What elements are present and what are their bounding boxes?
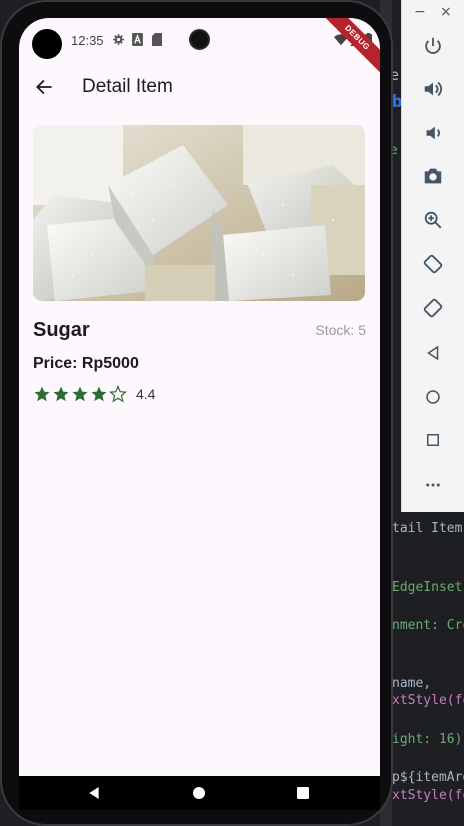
zoom-button[interactable] [418, 205, 448, 235]
volume-down-button[interactable] [418, 118, 448, 148]
star-filled-icon [72, 386, 88, 402]
product-image [33, 125, 365, 301]
ide-code-line: name, [392, 676, 432, 691]
ide-code-line: tail Item' [392, 521, 464, 536]
volume-up-icon [424, 81, 442, 97]
emulator-overview-button[interactable] [418, 425, 448, 455]
ide-code-line: EdgeInsets [392, 580, 464, 595]
rotate-left-button[interactable] [418, 249, 448, 279]
app-bar: Detail Item [19, 62, 380, 114]
ide-code-line: xtStyle(fo [392, 693, 464, 708]
back-triangle-icon[interactable] [86, 785, 102, 801]
home-circle-icon[interactable] [191, 785, 207, 801]
rotate-right-button[interactable] [418, 293, 448, 323]
sim-card-icon [152, 33, 162, 46]
rotate-right-icon [423, 298, 443, 318]
emulator-stage: er b e tail Item' EdgeInsets nment: Cro … [0, 0, 464, 826]
back-icon [427, 345, 439, 361]
ide-code-line: ight: 16), [392, 732, 464, 747]
star-outline-icon [109, 385, 127, 403]
arrow-back-icon [36, 79, 52, 95]
star-filled-icon [53, 386, 69, 402]
phone-screen: 12:35 DEBUG Detail Item Sugar Stock: 5 P… [19, 18, 380, 810]
window-controls: − × [402, 4, 464, 22]
rating-row: 4.4 [33, 384, 155, 404]
status-time: 12:35 [71, 33, 104, 48]
more-button[interactable] [418, 470, 448, 500]
back-button[interactable] [29, 72, 59, 102]
zoom-icon [424, 211, 442, 229]
star-filled-icon [34, 386, 50, 402]
rating-value: 4.4 [136, 386, 156, 402]
product-name: Sugar [33, 319, 90, 341]
star-rating [33, 385, 128, 403]
punch-hole-camera [32, 29, 62, 59]
overview-icon [427, 434, 439, 446]
sugar-cubes-image [33, 125, 365, 301]
rotate-left-icon [423, 254, 443, 274]
status-bar: 12:35 DEBUG [19, 18, 380, 76]
settings-icon [113, 34, 124, 45]
volume-down-icon [426, 126, 440, 140]
screenshot-button[interactable] [418, 161, 448, 191]
price-label: Price: Rp5000 [33, 355, 139, 372]
recents-square-icon[interactable] [295, 785, 311, 801]
stock-label: Stock: 5 [315, 322, 366, 338]
emulator-toolbar: − × [401, 0, 464, 512]
camera-icon [424, 168, 442, 184]
home-icon [426, 390, 440, 404]
ide-code-line: p${itemArg [392, 770, 464, 785]
close-button[interactable]: × [440, 4, 452, 20]
ide-code-line: xtStyle(fo [392, 788, 464, 803]
star-filled-icon [91, 386, 107, 402]
volume-up-button[interactable] [418, 74, 448, 104]
front-camera [189, 29, 210, 50]
a-icon [132, 33, 143, 46]
power-button[interactable] [418, 31, 448, 61]
ide-code-line: nment: Cro [392, 618, 464, 633]
power-icon [425, 37, 441, 54]
page-title: Detail Item [82, 76, 173, 97]
minimize-button[interactable]: − [414, 4, 426, 20]
navigation-bar [19, 776, 380, 810]
phone-frame: 12:35 DEBUG Detail Item Sugar Stock: 5 P… [0, 0, 393, 826]
more-icon [426, 483, 440, 487]
emulator-home-button[interactable] [418, 382, 448, 412]
emulator-back-button[interactable] [418, 338, 448, 368]
